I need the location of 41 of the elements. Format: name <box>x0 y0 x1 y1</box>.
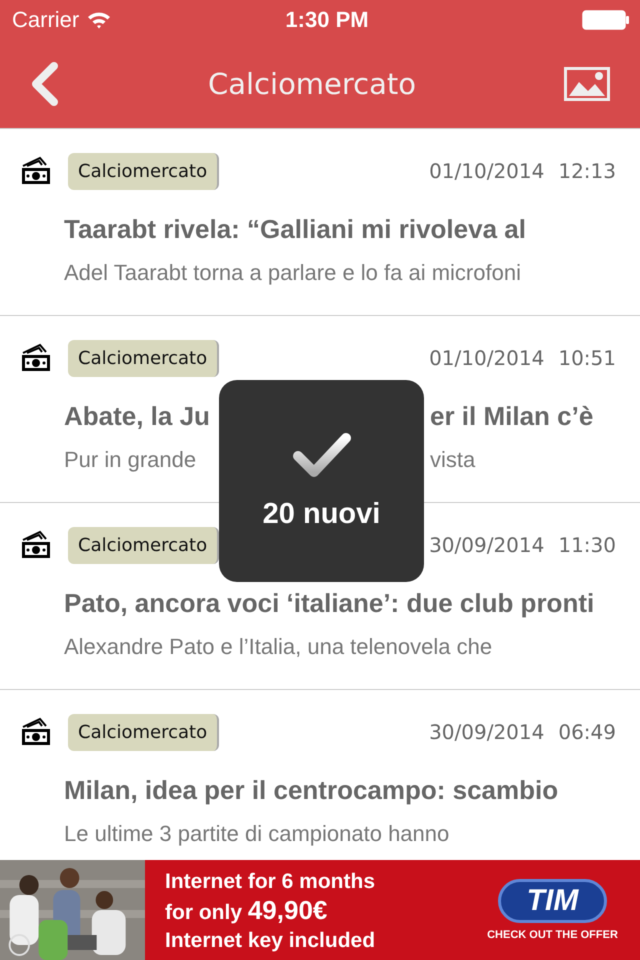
article-time: 12:13 <box>558 159 616 183</box>
ad-text: for only 49,90€ <box>165 896 328 927</box>
article-row[interactable]: Calciomercato 01/10/2014 12:13 Taarabt rivela: “Galliani mi rivoleva al Adel Taarabt torna a parlare e lo fa ai microfoni <box>0 129 640 316</box>
article-time: 11:30 <box>558 533 616 557</box>
brand-logo: TIM <box>498 879 608 923</box>
category-tag: Calciomercato <box>68 526 220 564</box>
article-time: 06:49 <box>558 720 616 744</box>
battery-icon <box>582 10 630 30</box>
check-icon <box>292 432 352 478</box>
article-title: Taarabt rivela: “Galliani mi rivoleva al <box>64 214 526 244</box>
ad-text: Internet key included <box>165 928 376 954</box>
money-icon <box>20 343 52 373</box>
article-summary: vista <box>430 446 476 474</box>
image-icon[interactable] <box>564 67 610 101</box>
article-summary: Pur in grande <box>64 446 196 474</box>
article-title: Abate, la Ju <box>64 400 210 432</box>
screen-title: Calciomercato <box>208 67 416 101</box>
category-tag: Calciomercato <box>68 340 220 376</box>
article-date: 01/10/2014 <box>429 346 544 370</box>
article-title: Milan, idea per il centrocampo: scambio <box>64 775 558 805</box>
money-icon <box>20 530 52 560</box>
category-tag: Calciomercato <box>68 152 220 190</box>
article-time: 10:51 <box>558 346 616 370</box>
back-icon[interactable] <box>30 62 60 106</box>
money-icon <box>20 717 52 747</box>
wifi-icon <box>87 11 112 29</box>
article-date: 30/09/2014 <box>429 533 544 557</box>
status-time: 1:30 PM <box>285 7 369 33</box>
article-summary: Alexandre Pato e l’Italia, una telenovela che <box>64 634 492 659</box>
article-title: er il Milan c’è <box>430 400 594 432</box>
carrier-name: Carrier <box>12 7 80 33</box>
category-tag: Calciomercato <box>68 714 220 750</box>
offer-link[interactable]: CHECK OUT THE OFFER <box>487 929 618 941</box>
article-summary: Adel Taarabt torna a parlare e lo fa ai microfoni <box>64 260 521 285</box>
article-title: Pato, ancora voci ‘italiane’: due club pronti <box>64 588 594 618</box>
article-date: 01/10/2014 <box>429 159 544 183</box>
article-summary: Le ultime 3 partite di campionato hanno <box>64 821 450 846</box>
ad-text: Internet for 6 months <box>165 869 376 895</box>
article-date: 30/09/2014 <box>429 720 544 744</box>
ad-banner[interactable]: Internet for 6 months for only 49,90€ Internet key included TIM CHECK OUT THE OFFER <box>0 860 640 960</box>
money-icon <box>20 156 52 186</box>
